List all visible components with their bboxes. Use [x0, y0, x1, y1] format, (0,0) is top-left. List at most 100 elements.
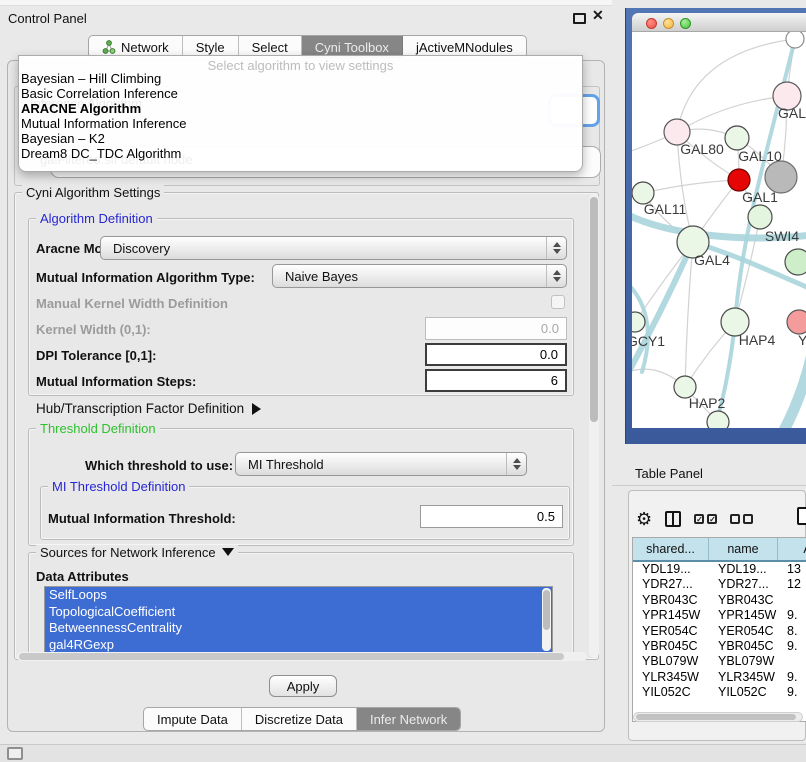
node-label: GAL1 — [742, 189, 778, 205]
network-window-titlebar[interactable] — [632, 13, 806, 32]
attribute-item[interactable]: BetweennessCentrality — [45, 620, 552, 637]
table-row[interactable]: YBL079WYBL079W — [633, 654, 806, 669]
table-toolbar: ⚙ ✓✓ — [636, 506, 806, 532]
close-traffic-light-icon[interactable] — [646, 18, 657, 29]
minimize-traffic-light-icon[interactable] — [663, 18, 674, 29]
gear-icon[interactable]: ⚙ — [636, 510, 652, 528]
tab-label: Infer Network — [370, 712, 447, 727]
table-cell: 9. — [778, 670, 806, 685]
table-panel-divider — [612, 485, 806, 486]
network-edge-thick[interactable] — [782, 358, 806, 428]
sources-toggle[interactable]: Sources for Network Inference — [36, 545, 238, 560]
algorithm-option[interactable]: Basic Correlation Inference — [19, 86, 582, 101]
algorithm-option[interactable]: Mutual Information Inference — [19, 116, 582, 131]
algorithm-placeholder: Select algorithm to view settings — [19, 56, 582, 71]
table-row[interactable]: YIL052CYIL052C9. — [633, 685, 806, 700]
column-header[interactable]: name — [709, 538, 778, 560]
network-canvas[interactable]: GALGAL80GAL10GAL1GAL11SWI4GAL4GCY1HAP4YH… — [632, 32, 806, 428]
mi-steps-label: Mutual Information Steps: — [36, 374, 196, 389]
table-cell: YDL19... — [709, 562, 778, 577]
tab-label: Style — [196, 40, 225, 55]
table-cell: YBR045C — [633, 639, 709, 654]
table-row[interactable]: YBR045CYBR045C9. — [633, 639, 806, 654]
which-threshold-combo[interactable]: MI Threshold — [235, 452, 527, 476]
hub-definition-toggle[interactable]: Hub/Transcription Factor Definition — [36, 401, 261, 416]
minimized-panel-icon[interactable] — [7, 747, 23, 760]
settings-horizontal-scrollbar[interactable] — [17, 652, 587, 661]
node-label: GCY1 — [632, 333, 665, 349]
kernel-width-label: Kernel Width (0,1): — [36, 322, 151, 337]
combo-spinner-icon — [546, 265, 566, 287]
table-cell: YBL079W — [633, 654, 709, 669]
zoom-traffic-light-icon[interactable] — [680, 18, 691, 29]
table-cell — [778, 654, 806, 669]
bottom-tabbar: Impute DataDiscretize Data Infer Network — [143, 707, 461, 731]
table-row[interactable]: YPR145WYPR145W9. — [633, 608, 806, 623]
mi-steps-field[interactable] — [425, 369, 567, 392]
attribute-item[interactable]: TopologicalCoefficient — [45, 604, 552, 621]
attributes-scrollbar[interactable] — [542, 588, 551, 651]
manual-kernel-checkbox[interactable] — [551, 295, 565, 309]
unchecked-boxes-icon[interactable] — [730, 514, 753, 524]
tab-discretize-data[interactable]: Discretize Data — [242, 708, 357, 730]
network-node[interactable] — [785, 249, 806, 275]
network-node[interactable] — [728, 169, 750, 191]
table-horizontal-scrollbar[interactable] — [633, 712, 803, 722]
float-window-icon[interactable] — [573, 13, 586, 24]
hub-definition-label: Hub/Transcription Factor Definition — [36, 401, 244, 416]
algorithm-option[interactable]: Bayesian – K2 — [19, 131, 582, 146]
close-icon[interactable]: ✕ — [592, 7, 604, 24]
algorithm-option[interactable]: Bayesian – Hill Climbing — [19, 71, 582, 86]
table-row[interactable]: YDR27...YDR27...12 — [633, 577, 806, 592]
tab-label: Cyni Toolbox — [315, 40, 389, 55]
table-row[interactable]: YLR345WYLR345W9. — [633, 670, 806, 685]
mi-threshold-field[interactable] — [420, 505, 563, 528]
table-cell: YDR27... — [633, 577, 709, 592]
network-node[interactable] — [787, 310, 806, 334]
network-node[interactable] — [748, 205, 772, 229]
kernel-width-field[interactable] — [425, 317, 567, 340]
algorithm-option[interactable]: Dream8 DC_TDC Algorithm — [19, 146, 582, 161]
split-columns-icon[interactable] — [665, 511, 681, 527]
screen: Control Panel ✕ NetworkStyleSelectCyni T… — [0, 0, 806, 762]
node-label: GAL11 — [644, 201, 687, 217]
settings-vertical-scrollbar[interactable] — [589, 194, 599, 658]
apply-button[interactable]: Apply — [269, 675, 337, 697]
mi-type-combo[interactable]: Naive Bayes — [272, 264, 567, 288]
column-header[interactable]: A — [778, 538, 806, 560]
network-node[interactable] — [786, 32, 804, 48]
tab-infer-network[interactable]: Infer Network — [357, 708, 460, 730]
combo-spinner-icon — [506, 453, 526, 475]
mi-type-label: Mutual Information Algorithm Type: — [36, 270, 255, 285]
node-label: GAL4 — [694, 252, 730, 268]
attribute-item[interactable]: SelfLoops — [45, 587, 552, 604]
table-cell: 8. — [778, 624, 806, 639]
node-label: GAL10 — [738, 148, 782, 164]
network-node[interactable] — [707, 411, 729, 428]
mi-type-value: Naive Bayes — [273, 269, 546, 284]
dpi-tolerance-field[interactable] — [425, 343, 567, 366]
tab-impute-data[interactable]: Impute Data — [144, 708, 242, 730]
control-panel-title: Control Panel — [8, 11, 87, 26]
aracne-mode-combo[interactable]: Discovery — [100, 236, 567, 260]
combo-spinner-icon — [546, 237, 566, 259]
group-title: Algorithm Definition — [36, 211, 157, 226]
document-icon[interactable] — [797, 507, 806, 525]
table-cell: YIL052C — [709, 685, 778, 700]
table-row[interactable]: YBR043CYBR043C — [633, 593, 806, 608]
algorithm-option[interactable]: ARACNE Algorithm — [19, 101, 582, 116]
algorithm-dropdown-popup: Select algorithm to view settings Bayesi… — [18, 55, 583, 172]
attribute-item[interactable]: gal4RGexp — [45, 637, 552, 653]
checked-boxes-icon[interactable]: ✓✓ — [694, 514, 717, 524]
network-node[interactable] — [632, 312, 645, 332]
network-edge[interactable] — [643, 180, 739, 193]
node-label: GAL80 — [680, 141, 724, 157]
table-row[interactable]: YDL19...YDL19...13 — [633, 562, 806, 577]
column-header[interactable]: shared... — [633, 538, 709, 560]
network-edge-thick[interactable] — [632, 242, 693, 377]
table-cell: YPR145W — [633, 608, 709, 623]
network-node[interactable] — [725, 126, 749, 150]
collapsed-arrow-icon — [252, 403, 261, 415]
table-row[interactable]: YER054CYER054C8. — [633, 624, 806, 639]
node-label: GAL — [778, 105, 806, 121]
